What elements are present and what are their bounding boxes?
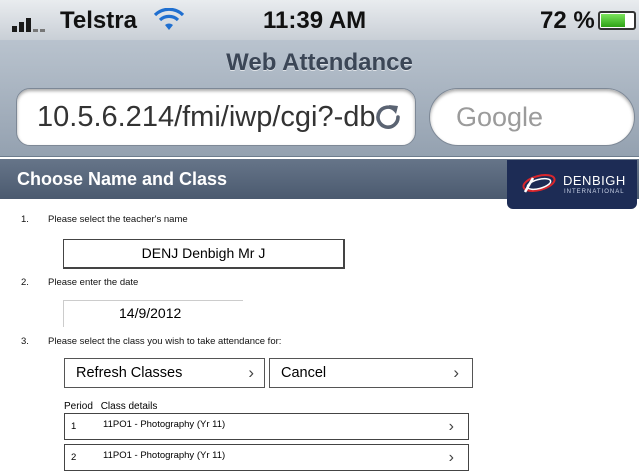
refresh-icon[interactable] [373, 102, 403, 132]
step-label: Please select the teacher's name [48, 214, 188, 225]
cancel-label: Cancel [281, 365, 327, 381]
step-number: 2. [21, 277, 29, 288]
chevron-right-icon: › [453, 363, 459, 382]
period-column-header: Period [64, 401, 93, 412]
browser-nav-bar: Web Attendance 10.5.6.214/fmi/iwp/cgi?-d… [0, 40, 639, 157]
chevron-right-icon: › [448, 449, 454, 466]
url-text: 10.5.6.214/fmi/iwp/cgi?-db= [37, 101, 377, 133]
step-number: 3. [21, 336, 29, 347]
chevron-right-icon: › [248, 363, 254, 382]
section-title: Choose Name and Class [17, 169, 228, 189]
chevron-right-icon: › [448, 418, 454, 435]
step-label: Please select the class you wish to take… [48, 336, 282, 347]
class-details-column-header: Class details [100, 401, 158, 412]
denbigh-swirl-icon [522, 174, 556, 193]
search-field[interactable]: Google [429, 88, 635, 146]
class-details: 11PO1 - Photography (Yr 11) [103, 450, 226, 461]
denbigh-logo: DENBIGH INTERNATIONAL [507, 160, 637, 209]
class-row[interactable]: 1 11PO1 - Photography (Yr 11) › [64, 413, 469, 440]
logo-subtext: INTERNATIONAL [564, 189, 625, 195]
battery-icon [598, 11, 636, 30]
wifi-icon [154, 8, 184, 30]
signal-bars-icon [12, 12, 48, 32]
cancel-button[interactable]: Cancel › [269, 358, 473, 388]
class-row[interactable]: 2 11PO1 - Photography (Yr 11) › [64, 444, 469, 471]
teacher-select[interactable]: DENJ Denbigh Mr J [63, 239, 345, 269]
status-bar: Telstra 11:39 AM 72 % [0, 0, 639, 40]
page-title: Web Attendance [226, 49, 413, 76]
class-list-header: Period Class details [64, 401, 162, 412]
step-label: Please enter the date [48, 277, 139, 288]
clock-time: 11:39 AM [263, 7, 367, 34]
battery-percent: 72 % [540, 7, 595, 34]
date-input[interactable]: 14/9/2012 [63, 300, 243, 327]
battery-level-fill [601, 14, 626, 27]
carrier-name: Telstra [60, 7, 137, 34]
url-field[interactable]: 10.5.6.214/fmi/iwp/cgi?-db= [16, 88, 416, 146]
search-placeholder: Google [456, 102, 544, 132]
refresh-classes-label: Refresh Classes [76, 365, 183, 381]
class-period: 1 [71, 421, 77, 432]
class-details: 11PO1 - Photography (Yr 11) [103, 419, 226, 430]
step-number: 1. [21, 214, 29, 225]
refresh-classes-button[interactable]: Refresh Classes › [64, 358, 265, 388]
class-period: 2 [71, 452, 77, 463]
logo-brand: DENBIGH [563, 173, 626, 188]
